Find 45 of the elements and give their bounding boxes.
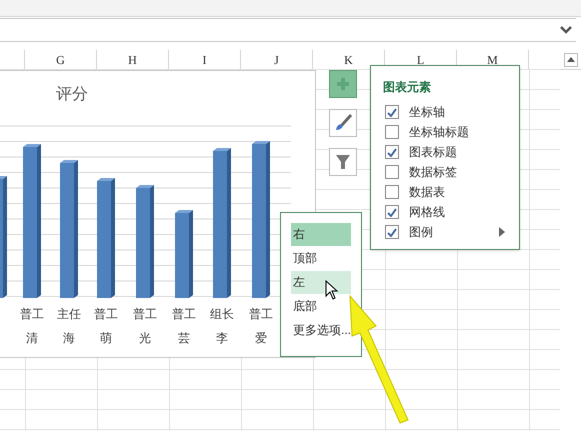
- checkbox[interactable]: [385, 165, 399, 179]
- brush-icon[interactable]: [334, 114, 352, 132]
- brush-button[interactable]: [329, 109, 357, 137]
- axis-label: 萌: [99, 330, 113, 347]
- axis-label: 海: [62, 330, 76, 347]
- axis-label: 普工: [171, 306, 197, 323]
- axis-label: 普工: [93, 306, 119, 323]
- axis-label: 主任: [56, 306, 82, 323]
- column-header[interactable]: I: [169, 50, 241, 69]
- checkbox[interactable]: [385, 145, 399, 159]
- scroll-up-button[interactable]: [564, 52, 578, 66]
- option-label[interactable]: 坐标轴: [409, 103, 505, 121]
- column-header[interactable]: H: [97, 50, 169, 69]
- mouse-cursor-icon: [325, 280, 339, 300]
- axis-label: 普工: [248, 306, 274, 323]
- chevron-down-icon[interactable]: [560, 26, 572, 34]
- column-header[interactable]: J: [241, 50, 313, 69]
- menu-item[interactable]: 右: [291, 223, 351, 246]
- axis-label: 清: [25, 330, 39, 347]
- axis-label: 李: [215, 330, 229, 347]
- axis-label: 爱: [254, 330, 268, 347]
- chart-title: 评分: [56, 85, 88, 105]
- option-label[interactable]: 图例: [409, 223, 499, 241]
- panel-title: 图表元素: [383, 79, 432, 96]
- menu-item[interactable]: 左: [291, 271, 351, 294]
- checkbox[interactable]: [385, 205, 399, 219]
- axis-label: 普工: [132, 306, 158, 323]
- filter-icon[interactable]: [335, 154, 351, 170]
- up-arrow-icon[interactable]: [567, 57, 575, 62]
- column-header[interactable]: G: [25, 50, 97, 69]
- checkbox[interactable]: [385, 105, 399, 119]
- option-label[interactable]: 网格线: [409, 203, 505, 221]
- option-label[interactable]: 数据表: [409, 183, 505, 201]
- checkbox[interactable]: [385, 185, 399, 199]
- axis-label: 组长: [209, 306, 235, 323]
- option-label[interactable]: 坐标轴标题: [409, 123, 505, 141]
- filter-button[interactable]: [329, 148, 357, 176]
- checkbox[interactable]: [385, 125, 399, 139]
- axis-label: 芸: [177, 330, 191, 347]
- checkbox[interactable]: [385, 225, 399, 239]
- submenu-arrow-icon[interactable]: [499, 227, 505, 237]
- option-label[interactable]: 图表标题: [409, 143, 505, 161]
- axis-label: 普工: [19, 306, 45, 323]
- axis-label: 光: [138, 330, 152, 347]
- option-label[interactable]: 数据标签: [409, 163, 505, 181]
